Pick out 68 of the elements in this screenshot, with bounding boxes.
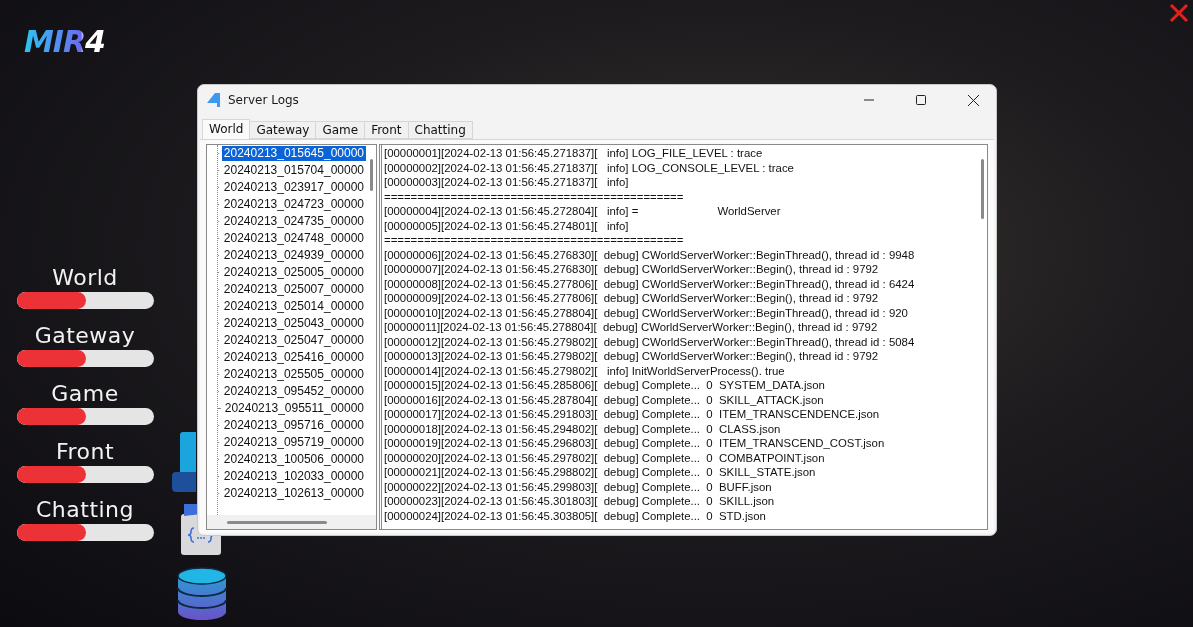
log-file-item[interactable]: 20240213_025007_00000 bbox=[221, 282, 366, 297]
log-file-item[interactable]: 20240213_025505_00000 bbox=[221, 367, 366, 382]
log-line: [00000014][2024-02-13 01:56:45.279802][ info] InitWorldServerProcess(). true bbox=[384, 363, 785, 378]
log-line: [00000019][2024-02-13 01:56:45.296803][ debug] Complete... 0 ITEM_TRANSCEND_COST.json bbox=[384, 436, 885, 451]
scrollbar-thumb[interactable] bbox=[369, 159, 373, 191]
log-line: [00000005][2024-02-13 01:56:45.274801][ info] bbox=[384, 218, 629, 233]
log-line: [00000023][2024-02-13 01:56:45.301803][ debug] Complete... 0 SKILL.json bbox=[384, 494, 775, 509]
log-file-item[interactable]: 20240213_095716_00000 bbox=[221, 418, 366, 433]
maximize-icon bbox=[916, 95, 926, 105]
tab[interactable]: Front bbox=[364, 121, 409, 139]
log-file-item[interactable]: 20240213_025416_00000 bbox=[221, 350, 366, 365]
log-file-item[interactable]: 20240213_102613_00000 bbox=[221, 486, 366, 501]
tab[interactable]: Game bbox=[315, 121, 366, 139]
log-file-item[interactable]: 20240213_015704_00000 bbox=[221, 163, 366, 178]
close-button[interactable] bbox=[1168, 2, 1190, 24]
log-line: ============================================= bbox=[384, 233, 684, 248]
log-line: [00000015][2024-02-13 01:56:45.285806][ debug] Complete... 0 SYSTEM_DATA.json bbox=[384, 378, 825, 393]
log-line: [00000024][2024-02-13 01:56:45.303805][ debug] Complete... 0 STD.json bbox=[384, 508, 766, 523]
log-file-item[interactable]: 20240213_095452_00000 bbox=[221, 384, 366, 399]
log-line: [00000003][2024-02-13 01:56:45.271837][ info] bbox=[384, 175, 629, 190]
server-label: Chatting bbox=[35, 497, 135, 522]
tab[interactable]: Gateway bbox=[249, 121, 317, 139]
log-file-item[interactable]: 20240213_100506_00000 bbox=[221, 452, 366, 467]
log-file-item[interactable]: 20240213_095511_00000 bbox=[222, 401, 366, 416]
log-line: [00000016][2024-02-13 01:56:45.287804][ debug] Complete... 0 SKILL_ATTACK.json bbox=[384, 392, 824, 407]
log-file-item[interactable]: 20240213_095719_00000 bbox=[221, 435, 366, 450]
scrollbar-thumb[interactable] bbox=[227, 520, 327, 524]
log-line: [00000020][2024-02-13 01:56:45.297802][ debug] Complete... 0 COMBATPOINT.json bbox=[384, 450, 825, 465]
log-line: [00000007][2024-02-13 01:56:45.276830][ debug] CWorldServerWorker::Begin(), thread id : 9792 bbox=[384, 262, 879, 277]
log-line: [00000002][2024-02-13 01:56:45.271837][ info] LOG_CONSOLE_LEVEL : trace bbox=[384, 160, 794, 175]
log-line: [00000008][2024-02-13 01:56:45.277806][ debug] CWorldServerWorker::BeginThread(), thread id : 6424 bbox=[384, 276, 915, 291]
log-line: [00000004][2024-02-13 01:56:45.272804][ info] = WorldServer bbox=[384, 204, 781, 219]
log-line: [00000006][2024-02-13 01:56:45.276830][ debug] CWorldServerWorker::BeginThread(), thread id : 9948 bbox=[384, 247, 915, 262]
window-title: Server Logs bbox=[228, 93, 300, 107]
log-file-item[interactable]: 20240213_102033_00000 bbox=[221, 469, 366, 484]
log-line: ============================================= bbox=[384, 189, 684, 204]
log-line: [00000001][2024-02-13 01:56:45.271837][ info] LOG_FILE_LEVEL : trace bbox=[384, 146, 763, 161]
app-icon bbox=[206, 92, 222, 108]
server-label: Front bbox=[55, 439, 115, 464]
server-label: World bbox=[52, 265, 118, 290]
log-file-item[interactable]: 20240213_024748_00000 bbox=[221, 231, 366, 246]
log-file-item[interactable]: 20240213_025043_00000 bbox=[221, 316, 366, 331]
log-file-icon[interactable] bbox=[172, 432, 196, 494]
log-line: [00000010][2024-02-13 01:56:45.278804][ debug] CWorldServerWorker::BeginThread(), thread id : 920 bbox=[384, 305, 908, 320]
log-file-item[interactable]: 20240213_024735_00000 bbox=[221, 214, 366, 229]
scrollbar-thumb[interactable] bbox=[980, 159, 984, 219]
database-icon[interactable] bbox=[176, 566, 228, 622]
tab[interactable]: Chatting bbox=[407, 121, 473, 139]
log-line: [00000012][2024-02-13 01:56:45.279802][ debug] CWorldServerWorker::BeginThread(), thread id : 5084 bbox=[384, 334, 915, 349]
log-line: [00000009][2024-02-13 01:56:45.277806][ debug] CWorldServerWorker::Begin(), thread id : 9792 bbox=[384, 291, 879, 306]
log-file-item[interactable]: 20240213_024723_00000 bbox=[221, 197, 366, 212]
log-line: [00000013][2024-02-13 01:56:45.279802][ debug] CWorldServerWorker::Begin(), thread id : 9792 bbox=[384, 349, 879, 364]
log-line: [00000021][2024-02-13 01:56:45.298802][ debug] Complete... 0 SKILL_STATE.json bbox=[384, 465, 816, 480]
log-line: [00000017][2024-02-13 01:56:45.291803][ debug] Complete... 0 ITEM_TRANSCENDENCE.json bbox=[384, 407, 880, 422]
close-icon bbox=[967, 94, 979, 106]
log-file-item[interactable]: 20240213_024939_00000 bbox=[221, 248, 366, 263]
server-label: Gateway bbox=[34, 323, 136, 348]
tab[interactable]: World bbox=[202, 119, 251, 139]
close-icon bbox=[1168, 2, 1190, 24]
log-file-item[interactable]: 20240213_015645_00000 bbox=[221, 146, 366, 161]
log-file-item[interactable]: 20240213_023917_00000 bbox=[221, 180, 366, 195]
log-line: [00000018][2024-02-13 01:56:45.294802][ debug] Complete... 0 CLASS.json bbox=[384, 421, 781, 436]
log-file-item[interactable]: 20240213_025005_00000 bbox=[221, 265, 366, 280]
log-file-item[interactable]: 20240213_025047_00000 bbox=[221, 333, 366, 348]
server-label: Game bbox=[51, 381, 119, 406]
log-line: [00000011][2024-02-13 01:56:45.278804][ debug] CWorldServerWorker::Begin(), thread id : 9792 bbox=[384, 320, 878, 335]
log-file-item[interactable]: 20240213_025014_00000 bbox=[221, 299, 366, 314]
log-line: [00000022][2024-02-13 01:56:45.299803][ debug] Complete... 0 BUFF.json bbox=[384, 479, 772, 494]
